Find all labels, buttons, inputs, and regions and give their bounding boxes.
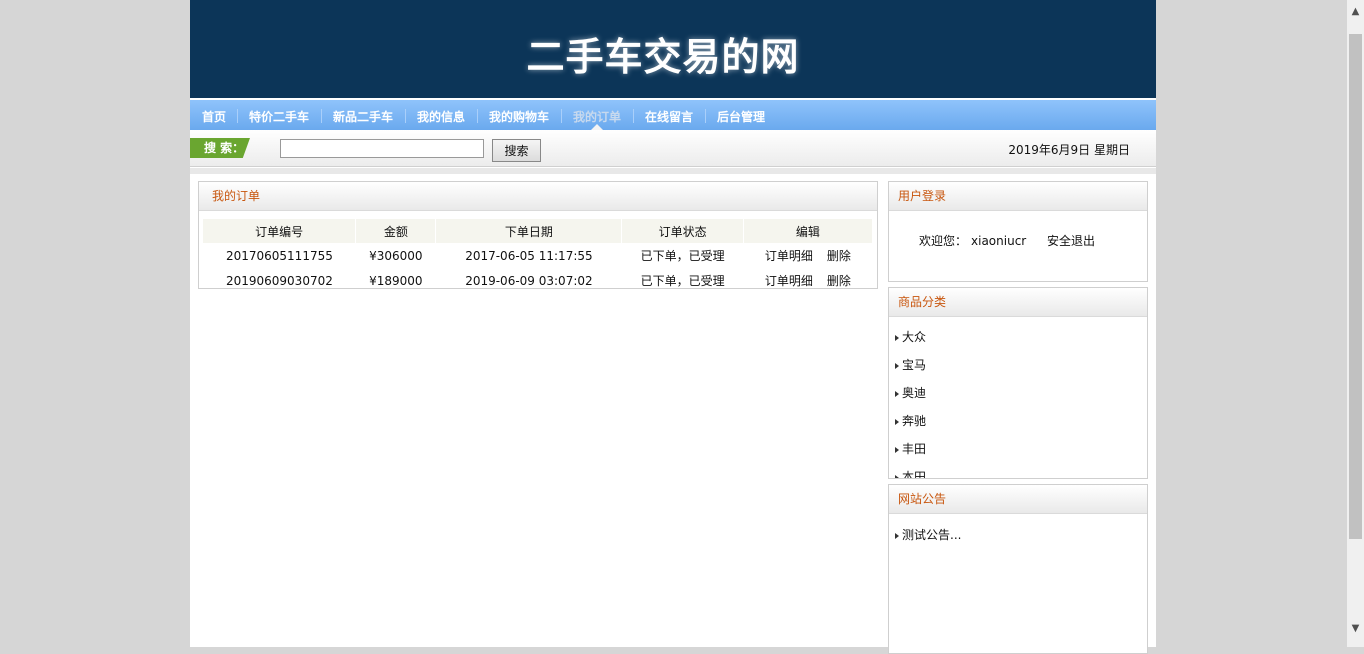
column-header-amount: 金额 <box>355 219 437 243</box>
order-delete-link[interactable]: 删除 <box>827 249 851 263</box>
nav-separator <box>705 109 706 123</box>
category-label: 奔驰 <box>902 414 927 428</box>
welcome-message: 欢迎您： xiaoniucr <box>919 232 1026 249</box>
bullet-icon <box>895 474 899 478</box>
scroll-down-arrow-icon[interactable]: ▼ <box>1347 620 1364 637</box>
nav-item-discount-cars[interactable]: 特价二手车 <box>249 100 309 130</box>
order-date: 2017-06-05 11:17:55 <box>465 248 593 263</box>
nav-item-messages[interactable]: 在线留言 <box>645 100 693 130</box>
order-amount: ¥189000 <box>369 273 423 288</box>
notice-list: 测试公告... <box>895 526 961 543</box>
page: 二手车交易的网 首页 特价二手车 新品二手车 我的信息 我的购物车 我的订单 在… <box>190 0 1156 654</box>
order-delete-link[interactable]: 删除 <box>827 274 851 288</box>
order-date: 2019-06-09 03:07:02 <box>465 273 593 288</box>
category-item-honda[interactable]: 本田 <box>895 468 927 479</box>
category-label: 丰田 <box>902 442 927 456</box>
username: xiaoniucr <box>971 234 1027 248</box>
column-header-order-id: 订单编号 <box>203 219 357 243</box>
column-header-order-date: 下单日期 <box>435 219 623 243</box>
table-row: 20170605111755 ¥306000 2017-06-05 11:17:… <box>203 243 873 268</box>
order-status: 已下单，已受理 <box>640 249 725 263</box>
category-label: 宝马 <box>902 358 927 372</box>
search-input[interactable] <box>280 139 484 158</box>
bullet-icon <box>895 362 899 369</box>
notice-label: 测试公告... <box>902 528 962 542</box>
order-id: 20190609030702 <box>225 273 333 288</box>
bullet-icon <box>895 334 899 341</box>
notice-panel-title: 网站公告 <box>889 485 1147 514</box>
scrollbar-thumb[interactable] <box>1349 34 1362 539</box>
order-actions: 订单明细 删除 <box>743 243 872 268</box>
search-bar: 搜 索： 搜索 2019年6月9日 星期日 <box>190 130 1156 167</box>
category-label: 奥迪 <box>902 386 927 400</box>
nav-item-admin[interactable]: 后台管理 <box>717 100 765 130</box>
nav-separator <box>477 109 478 123</box>
category-item-bmw[interactable]: 宝马 <box>895 356 926 384</box>
notice-panel: 网站公告 测试公告... <box>888 484 1148 654</box>
login-panel: 用户登录 欢迎您： xiaoniucr 安全退出 <box>888 181 1148 282</box>
category-label: 本田 <box>902 470 927 479</box>
site-title: 二手车交易的网 <box>526 35 800 79</box>
nav-item-home[interactable]: 首页 <box>202 100 226 130</box>
column-header-order-status: 订单状态 <box>621 219 744 243</box>
table-header-row: 订单编号 金额 下单日期 订单状态 编辑 <box>203 219 874 243</box>
orders-panel-title: 我的订单 <box>199 182 877 211</box>
bullet-icon <box>895 418 899 425</box>
content-divider <box>190 168 1156 174</box>
column-header-edit: 编辑 <box>743 219 874 243</box>
category-item-volkswagen[interactable]: 大众 <box>895 328 926 356</box>
nav-separator <box>633 109 634 123</box>
nav-separator <box>321 109 322 123</box>
category-panel: 商品分类 大众 宝马 奥迪 奔驰 丰田 本田 <box>888 287 1148 479</box>
bullet-icon <box>895 532 899 539</box>
logout-link[interactable]: 安全退出 <box>1047 232 1095 249</box>
nav-item-my-cart[interactable]: 我的购物车 <box>489 100 549 130</box>
notice-item[interactable]: 测试公告... <box>895 526 961 543</box>
search-label: 搜 索： <box>190 138 250 158</box>
category-item-benz[interactable]: 奔驰 <box>895 412 926 440</box>
scroll-up-arrow-icon[interactable]: ▲ <box>1347 3 1364 20</box>
site-header: 二手车交易的网 <box>190 0 1156 100</box>
current-date: 2019年6月9日 星期日 <box>1008 143 1130 157</box>
category-item-audi[interactable]: 奥迪 <box>895 384 926 412</box>
order-status: 已下单，已受理 <box>640 274 725 288</box>
bullet-icon <box>895 446 899 453</box>
login-panel-title: 用户登录 <box>889 182 1147 211</box>
order-detail-link[interactable]: 订单明细 <box>765 274 813 288</box>
category-item-toyota[interactable]: 丰田 <box>895 440 926 468</box>
order-amount: ¥306000 <box>369 248 423 263</box>
main-nav: 首页 特价二手车 新品二手车 我的信息 我的购物车 我的订单 在线留言 后台管理 <box>190 100 1156 130</box>
category-list: 大众 宝马 奥迪 奔驰 丰田 本田 <box>895 328 927 479</box>
orders-panel: 我的订单 订单编号 金额 下单日期 订单状态 编辑 20170605111755… <box>198 181 878 289</box>
table-row: 20190609030702 ¥189000 2019-06-09 03:07:… <box>203 268 873 293</box>
category-panel-title: 商品分类 <box>889 288 1147 317</box>
order-id: 20170605111755 <box>225 248 333 263</box>
search-button[interactable]: 搜索 <box>492 139 541 162</box>
bullet-icon <box>895 390 899 397</box>
nav-separator <box>561 109 562 123</box>
order-detail-link[interactable]: 订单明细 <box>765 249 813 263</box>
welcome-prefix: 欢迎您： <box>919 234 968 248</box>
nav-separator <box>405 109 406 123</box>
orders-table: 订单编号 金额 下单日期 订单状态 编辑 20170605111755 ¥306… <box>203 219 874 293</box>
order-actions: 订单明细 删除 <box>743 268 872 293</box>
nav-separator <box>237 109 238 123</box>
category-label: 大众 <box>902 330 927 344</box>
nav-item-my-info[interactable]: 我的信息 <box>417 100 465 130</box>
nav-item-new-cars[interactable]: 新品二手车 <box>333 100 393 130</box>
